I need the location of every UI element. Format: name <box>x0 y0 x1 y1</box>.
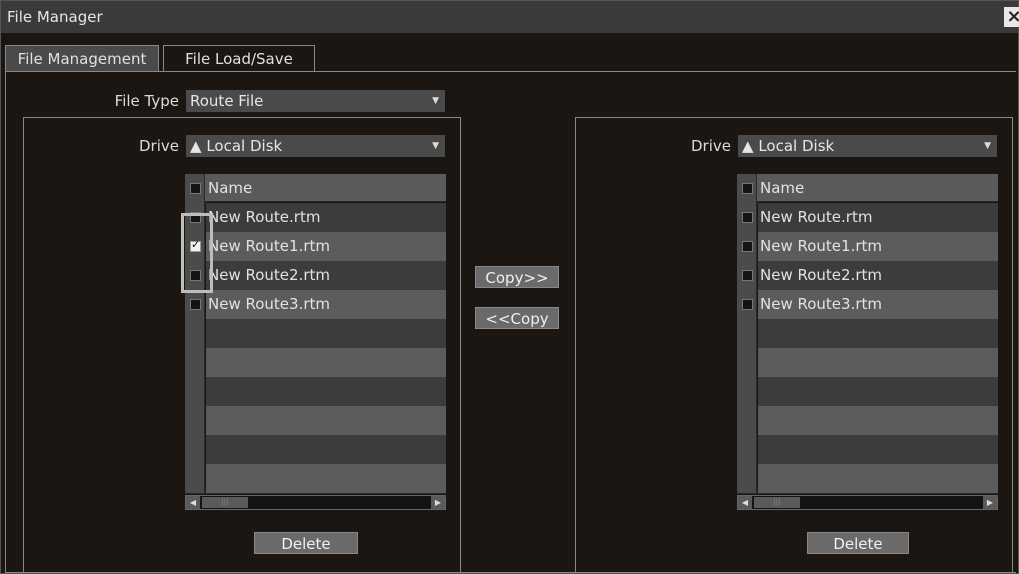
table-row-empty <box>737 464 998 494</box>
table-row[interactable]: New Route.rtm <box>737 203 998 232</box>
file-name: New Route1.rtm <box>206 232 446 261</box>
left-drive-value: Local Disk <box>206 137 283 155</box>
scroll-right-icon[interactable]: ▶ <box>431 496 445 509</box>
table-row-empty <box>185 377 446 406</box>
close-icon[interactable]: × <box>1004 7 1019 27</box>
table-row-empty <box>737 348 998 377</box>
table-row-empty <box>185 406 446 435</box>
left-delete-button[interactable]: Delete <box>254 532 358 554</box>
scroll-left-icon[interactable]: ◀ <box>738 496 752 509</box>
left-drive-label: Drive <box>139 137 179 155</box>
file-name: New Route2.rtm <box>206 261 446 290</box>
table-row-empty <box>185 464 446 494</box>
file-name: New Route.rtm <box>758 203 998 232</box>
chevron-down-icon: ▼ <box>432 96 439 106</box>
left-horizontal-scrollbar[interactable]: ◀ ||| ▶ <box>185 495 446 510</box>
file-name: New Route2.rtm <box>758 261 998 290</box>
right-drive-label: Drive <box>691 137 731 155</box>
chevron-down-icon: ▼ <box>432 141 439 151</box>
right-drive-value: Local Disk <box>758 137 835 155</box>
file-name: New Route.rtm <box>206 203 446 232</box>
right-delete-button[interactable]: Delete <box>807 532 909 554</box>
right-drive-select[interactable]: ▲ Local Disk ▼ <box>738 135 997 157</box>
row-checkbox[interactable] <box>190 299 201 310</box>
file-type-select[interactable]: Route File ▼ <box>186 90 445 112</box>
table-row-empty <box>737 319 998 348</box>
tab-file-management[interactable]: File Management <box>5 45 159 71</box>
table-row[interactable]: New Route2.rtm <box>185 261 446 290</box>
file-type-label: File Type <box>114 92 179 110</box>
table-row[interactable]: New Route1.rtm <box>185 232 446 261</box>
left-column-name: Name <box>208 179 253 197</box>
table-row-empty <box>737 377 998 406</box>
table-row[interactable]: New Route.rtm <box>185 203 446 232</box>
left-list-header: Name <box>185 174 446 203</box>
table-row[interactable]: New Route3.rtm <box>185 290 446 319</box>
table-row[interactable]: New Route2.rtm <box>737 261 998 290</box>
right-list-header: Name <box>737 174 998 203</box>
file-manager-window: File Manager × File Management File Load… <box>0 0 1019 574</box>
table-row[interactable]: New Route3.rtm <box>737 290 998 319</box>
tab-file-load-save[interactable]: File Load/Save <box>163 45 315 71</box>
left-file-list: Name New Route.rtm New Route1.rtm New Ro… <box>185 174 446 494</box>
file-name: New Route3.rtm <box>758 290 998 319</box>
scroll-thumb[interactable]: ||| <box>754 497 800 508</box>
file-name: New Route3.rtm <box>206 290 446 319</box>
copy-left-button[interactable]: <<Copy <box>475 307 559 329</box>
row-checkbox[interactable] <box>742 270 753 281</box>
scroll-right-icon[interactable]: ▶ <box>983 496 997 509</box>
table-row-empty <box>185 348 446 377</box>
file-type-value: Route File <box>190 92 264 110</box>
right-file-list: Name New Route.rtm New Route1.rtm New Ro… <box>737 174 998 494</box>
row-checkbox[interactable] <box>742 212 753 223</box>
title-bar: File Manager × <box>1 1 1019 33</box>
selection-highlight-box <box>181 213 213 293</box>
right-select-all-checkbox[interactable] <box>742 183 753 194</box>
left-drive-select[interactable]: ▲ Local Disk ▼ <box>186 135 445 157</box>
table-row[interactable]: New Route1.rtm <box>737 232 998 261</box>
disk-icon: ▲ <box>742 137 754 155</box>
window-title: File Manager <box>7 8 103 26</box>
right-column-name: Name <box>760 179 805 197</box>
table-row-empty <box>737 435 998 464</box>
left-select-all-checkbox[interactable] <box>190 183 201 194</box>
table-row-empty <box>185 319 446 348</box>
right-horizontal-scrollbar[interactable]: ◀ ||| ▶ <box>737 495 998 510</box>
file-name: New Route1.rtm <box>758 232 998 261</box>
table-row-empty <box>185 435 446 464</box>
disk-icon: ▲ <box>190 137 202 155</box>
row-checkbox[interactable] <box>742 241 753 252</box>
copy-right-button[interactable]: Copy>> <box>475 266 559 288</box>
scroll-left-icon[interactable]: ◀ <box>186 496 200 509</box>
table-row-empty <box>737 406 998 435</box>
chevron-down-icon: ▼ <box>984 141 991 151</box>
row-checkbox[interactable] <box>742 299 753 310</box>
scroll-thumb[interactable]: ||| <box>202 497 248 508</box>
